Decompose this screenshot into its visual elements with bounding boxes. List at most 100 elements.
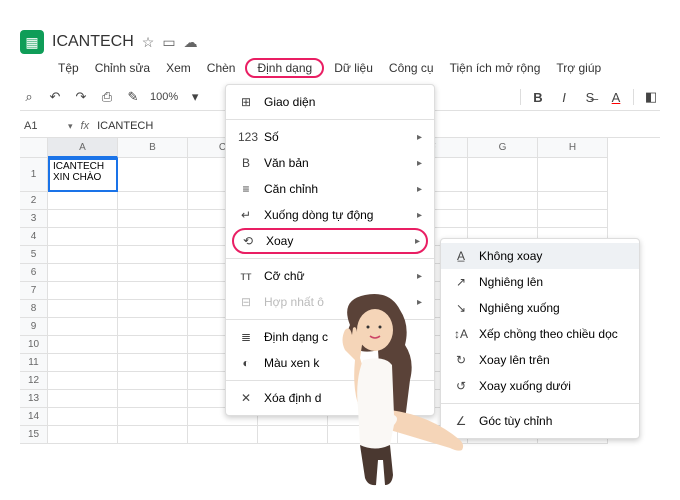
cell[interactable]: ICANTECHXIN CHÀO xyxy=(48,158,118,192)
format-menu-item[interactable]: 123Số▸ xyxy=(226,124,434,150)
bold-icon[interactable]: B xyxy=(529,88,547,106)
menu-item-tiện-ích-mở-rộng[interactable]: Tiện ích mở rộng xyxy=(444,58,547,78)
row-header[interactable]: 12 xyxy=(20,372,48,390)
cell[interactable] xyxy=(118,318,188,336)
cell[interactable] xyxy=(538,210,608,228)
format-menu-item[interactable]: BVăn bản▸ xyxy=(226,150,434,176)
row-header[interactable]: 15 xyxy=(20,426,48,444)
row-header[interactable]: 9 xyxy=(20,318,48,336)
row-header[interactable]: 11 xyxy=(20,354,48,372)
rotate-menu-item[interactable]: ↕AXếp chồng theo chiều dọc xyxy=(441,321,639,347)
cell[interactable] xyxy=(118,354,188,372)
format-menu-item[interactable]: ↵Xuống dòng tự động▸ xyxy=(226,202,434,228)
cell[interactable] xyxy=(48,354,118,372)
row-header[interactable]: 6 xyxy=(20,264,48,282)
cell[interactable] xyxy=(48,264,118,282)
cell[interactable] xyxy=(48,408,118,426)
cell[interactable] xyxy=(118,210,188,228)
cell[interactable] xyxy=(118,300,188,318)
move-icon[interactable]: ▭ xyxy=(162,34,175,51)
row-header[interactable]: 2 xyxy=(20,192,48,210)
cell[interactable] xyxy=(118,372,188,390)
cell[interactable] xyxy=(468,158,538,192)
cell[interactable] xyxy=(48,300,118,318)
row-header[interactable]: 13 xyxy=(20,390,48,408)
paint-format-icon[interactable]: ✎ xyxy=(124,88,142,106)
cell[interactable] xyxy=(188,426,258,444)
menu-item-định-dạng[interactable]: Định dạng xyxy=(245,58,324,78)
cell[interactable] xyxy=(468,210,538,228)
cell-reference[interactable]: A1 xyxy=(20,118,60,134)
rotate-menu-item[interactable]: ↻Xoay lên trên xyxy=(441,347,639,373)
zoom-level[interactable]: 100% xyxy=(150,91,178,103)
print-icon[interactable]: ⎙ xyxy=(98,88,116,106)
row-header[interactable]: 8 xyxy=(20,300,48,318)
row-header[interactable]: 14 xyxy=(20,408,48,426)
search-icon[interactable]: ⌕ xyxy=(20,88,38,106)
col-header-b[interactable]: B xyxy=(118,138,188,158)
cell[interactable] xyxy=(48,192,118,210)
cell[interactable] xyxy=(538,192,608,210)
rotate-menu-item[interactable]: ↺Xoay xuống dưới xyxy=(441,373,639,399)
menu-item-xem[interactable]: Xem xyxy=(160,58,197,78)
undo-icon[interactable]: ↶ xyxy=(46,88,64,106)
cell[interactable] xyxy=(48,390,118,408)
row-header[interactable]: 5 xyxy=(20,246,48,264)
row-header[interactable]: 4 xyxy=(20,228,48,246)
format-menu-item[interactable]: ✕Xóa định d xyxy=(226,385,434,411)
menu-item-trợ-giúp[interactable]: Trợ giúp xyxy=(550,58,607,78)
row-header[interactable]: 3 xyxy=(20,210,48,228)
row-header[interactable]: 7 xyxy=(20,282,48,300)
cell-ref-dropdown-icon[interactable]: ▾ xyxy=(68,121,73,132)
format-menu-item[interactable]: ◐Màu xen k xyxy=(226,350,434,376)
format-menu-item[interactable]: ≡Căn chỉnh▸ xyxy=(226,176,434,202)
strikethrough-icon[interactable]: S̶ xyxy=(581,88,599,106)
menu-item-tệp[interactable]: Tệp xyxy=(52,58,85,78)
cloud-icon[interactable]: ☁ xyxy=(184,34,198,51)
col-header-g[interactable]: G xyxy=(468,138,538,158)
cell[interactable] xyxy=(118,408,188,426)
menu-item-chỉnh-sửa[interactable]: Chỉnh sửa xyxy=(89,58,156,78)
cell[interactable] xyxy=(48,282,118,300)
cell[interactable] xyxy=(48,336,118,354)
cell[interactable] xyxy=(118,228,188,246)
rotate-menu-item[interactable]: ↘Nghiêng xuống xyxy=(441,295,639,321)
rotate-menu-item[interactable]: ↗Nghiêng lên xyxy=(441,269,639,295)
formula-bar[interactable]: ICANTECH xyxy=(97,120,153,132)
document-title[interactable]: ICANTECH xyxy=(52,33,134,51)
row-header[interactable]: 10 xyxy=(20,336,48,354)
cell[interactable] xyxy=(48,228,118,246)
star-icon[interactable]: ☆ xyxy=(142,34,155,51)
format-menu-item[interactable]: ⟲Xoay▸ xyxy=(232,228,428,254)
cell[interactable] xyxy=(118,282,188,300)
italic-icon[interactable]: I xyxy=(555,88,573,106)
cell[interactable] xyxy=(48,426,118,444)
format-menu-item[interactable]: ≣Định dạng c xyxy=(226,324,434,350)
redo-icon[interactable]: ↷ xyxy=(72,88,90,106)
cell[interactable] xyxy=(118,390,188,408)
select-all-corner[interactable] xyxy=(20,138,48,158)
cell[interactable] xyxy=(118,426,188,444)
cell[interactable] xyxy=(118,192,188,210)
cell[interactable] xyxy=(468,192,538,210)
rotate-menu-item[interactable]: ∠Góc tùy chỉnh xyxy=(441,408,639,434)
rotate-menu-item[interactable]: A̲Không xoay xyxy=(441,243,639,269)
format-menu-item[interactable]: ⊞Giao diện xyxy=(226,89,434,115)
format-menu-item[interactable]: ᴛᴛCỡ chữ▸ xyxy=(226,263,434,289)
text-color-icon[interactable]: A xyxy=(607,88,625,106)
menu-item-công-cụ[interactable]: Công cụ xyxy=(383,58,440,78)
cell[interactable] xyxy=(48,210,118,228)
col-header-h[interactable]: H xyxy=(538,138,608,158)
fill-color-icon[interactable]: ◧ xyxy=(642,88,660,106)
cell[interactable] xyxy=(118,336,188,354)
cell[interactable] xyxy=(118,264,188,282)
row-header[interactable]: 1 xyxy=(20,158,48,192)
cell[interactable] xyxy=(48,246,118,264)
cell[interactable] xyxy=(328,426,398,444)
col-header-a[interactable]: A xyxy=(48,138,118,158)
cell[interactable] xyxy=(48,372,118,390)
cell[interactable] xyxy=(118,246,188,264)
cell[interactable] xyxy=(48,318,118,336)
zoom-dropdown-icon[interactable]: ▾ xyxy=(186,88,204,106)
menu-item-chèn[interactable]: Chèn xyxy=(201,58,242,78)
